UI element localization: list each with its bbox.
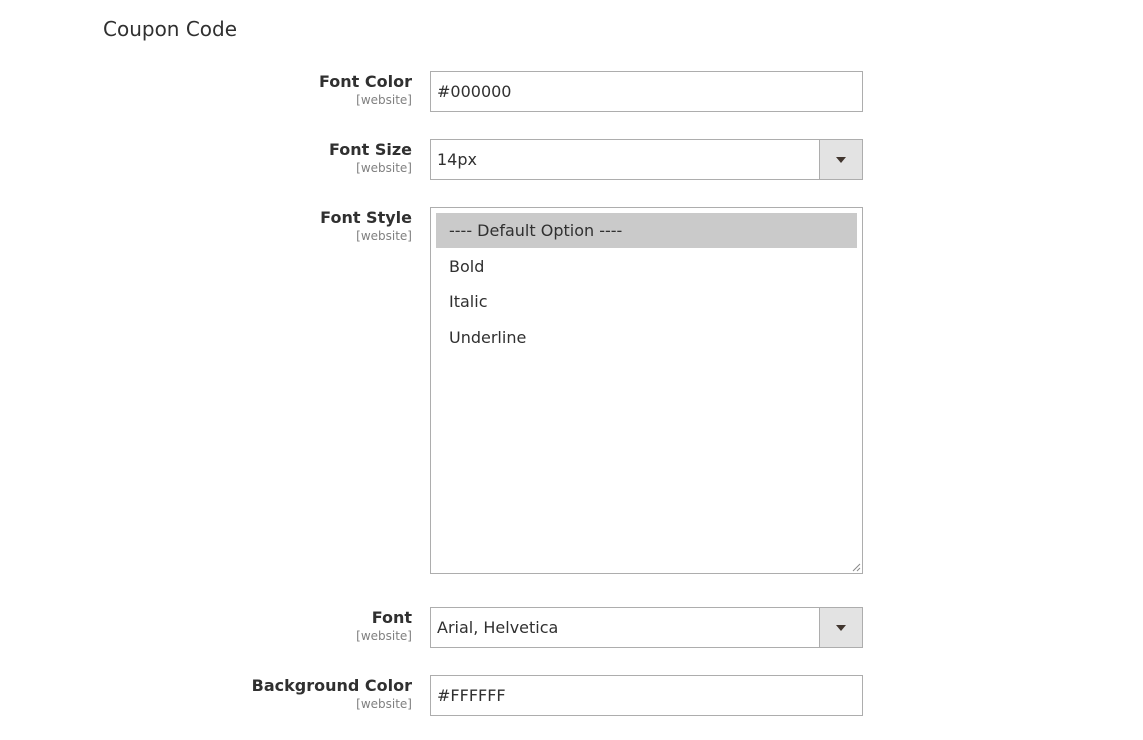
font-style-option-default[interactable]: ---- Default Option ----	[436, 213, 857, 248]
font-scope: [website]	[356, 629, 412, 643]
background-color-scope: [website]	[356, 697, 412, 711]
font-style-scope: [website]	[356, 229, 412, 243]
font-color-label: Font Color	[319, 72, 412, 91]
font-size-select[interactable]: 14px	[430, 139, 863, 180]
font-size-select-button[interactable]	[819, 140, 862, 179]
resize-grip-icon[interactable]	[851, 562, 861, 572]
background-color-label-block: Background Color [website]	[252, 676, 412, 712]
chevron-down-icon	[836, 625, 846, 631]
font-select[interactable]: Arial, Helvetica	[430, 607, 863, 648]
font-color-input[interactable]: #000000	[430, 71, 863, 112]
font-label-block: Font [website]	[356, 608, 412, 644]
font-size-scope: [website]	[356, 161, 412, 175]
font-style-label-block: Font Style [website]	[320, 208, 412, 244]
font-color-label-block: Font Color [website]	[319, 72, 412, 108]
config-page: Coupon Code Font Color [website] #000000…	[0, 0, 1143, 740]
section-title: Coupon Code	[103, 17, 238, 41]
font-label: Font	[371, 608, 412, 627]
font-style-multiselect[interactable]: ---- Default Option ---- Bold Italic Und…	[430, 207, 863, 574]
background-color-input[interactable]: #FFFFFF	[430, 675, 863, 716]
font-size-select-value: 14px	[437, 150, 477, 169]
background-color-label: Background Color	[251, 676, 412, 695]
font-color-scope: [website]	[356, 93, 412, 107]
chevron-down-icon	[836, 157, 846, 163]
font-style-label: Font Style	[320, 208, 412, 227]
font-size-label-block: Font Size [website]	[329, 140, 412, 176]
font-style-option-italic[interactable]: Italic	[436, 284, 857, 319]
font-style-option-underline[interactable]: Underline	[436, 320, 857, 355]
font-size-label: Font Size	[328, 140, 412, 159]
font-select-value: Arial, Helvetica	[437, 618, 559, 637]
font-style-option-bold[interactable]: Bold	[436, 249, 857, 284]
font-select-button[interactable]	[819, 608, 862, 647]
